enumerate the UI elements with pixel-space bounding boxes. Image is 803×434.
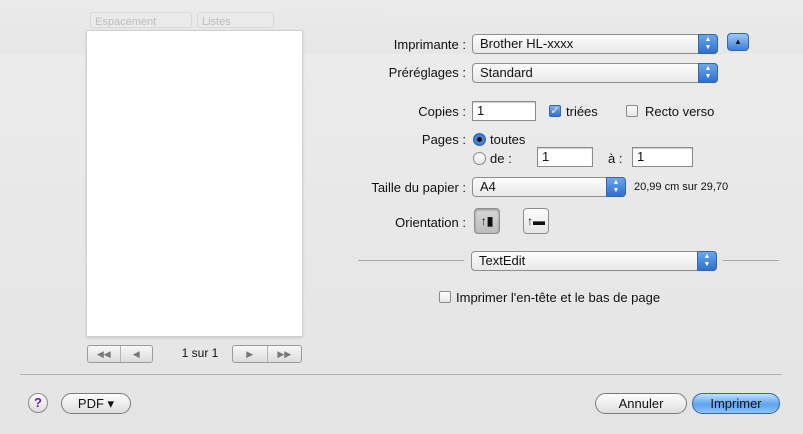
- paper-size-label: Taille du papier :: [371, 180, 466, 195]
- printer-label: Imprimante :: [393, 37, 466, 52]
- footer-separator: [20, 374, 782, 375]
- first-page-icon[interactable]: ◀◀: [88, 346, 120, 362]
- pages-label: Pages :: [421, 132, 466, 147]
- header-footer-label: Imprimer l'en-tête et le bas de page: [456, 290, 661, 305]
- paper-size-popup[interactable]: A4 ▲ ▼: [472, 177, 626, 197]
- pages-from-label: de :: [490, 151, 512, 166]
- print-button[interactable]: Imprimer: [692, 393, 780, 414]
- print-dialog: Espacement Listes ◀◀ ◀ 1 sur 1 ▶ ▶▶ Impr…: [0, 0, 803, 434]
- page-preview: [87, 31, 302, 336]
- disclosure-up-icon[interactable]: ▲: [727, 33, 749, 51]
- next-page-icon[interactable]: ▶: [233, 346, 267, 362]
- ghost-spacing-popup: Espacement: [90, 12, 192, 28]
- printer-popup[interactable]: Brother HL-xxxx ▲ ▼: [472, 34, 718, 54]
- pages-all-radio[interactable]: [473, 133, 486, 146]
- preview-forward-buttons[interactable]: ▶ ▶▶: [232, 345, 302, 363]
- last-page-icon[interactable]: ▶▶: [266, 346, 302, 362]
- section-divider-right: [723, 260, 779, 261]
- popup-arrows-icon: ▲ ▼: [606, 177, 626, 197]
- copies-label: Copies :: [418, 104, 466, 119]
- popup-arrows-icon: ▲ ▼: [698, 63, 718, 83]
- paper-size-value: A4: [480, 179, 496, 194]
- preview-back-buttons[interactable]: ◀◀ ◀: [87, 345, 153, 363]
- pdf-button[interactable]: PDF ▾: [61, 393, 131, 414]
- paper-dimensions: 20,99 cm sur 29,70: [634, 181, 729, 193]
- help-icon[interactable]: ?: [28, 393, 48, 413]
- page-count-label: 1 sur 1: [181, 346, 219, 360]
- pages-range-radio[interactable]: [473, 152, 486, 165]
- presets-value: Standard: [480, 65, 533, 80]
- header-footer-checkbox[interactable]: [439, 291, 451, 303]
- section-popup[interactable]: TextEdit ▲ ▼: [471, 251, 717, 271]
- pages-to-field[interactable]: 1: [632, 147, 693, 167]
- popup-arrows-icon: ▲ ▼: [697, 251, 717, 271]
- popup-arrows-icon: ▲ ▼: [698, 34, 718, 54]
- pages-to-label: à :: [608, 151, 623, 166]
- pages-from-field[interactable]: 1: [537, 147, 593, 167]
- duplex-checkbox[interactable]: [626, 105, 638, 117]
- cancel-button[interactable]: Annuler: [595, 393, 687, 414]
- section-value: TextEdit: [479, 253, 526, 268]
- orientation-label: Orientation :: [395, 215, 466, 230]
- presets-popup[interactable]: Standard ▲ ▼: [472, 63, 718, 83]
- presets-label: Préréglages :: [388, 65, 466, 80]
- duplex-label: Recto verso: [645, 104, 715, 119]
- ghost-lists-popup: Listes: [197, 12, 274, 28]
- previous-page-icon[interactable]: ◀: [119, 346, 153, 362]
- section-divider-left: [358, 260, 464, 261]
- collated-label: triées: [566, 104, 598, 119]
- pages-all-label: toutes: [490, 132, 526, 147]
- landscape-orientation-icon[interactable]: ↑▬: [523, 208, 549, 234]
- collated-checkbox[interactable]: ✓: [549, 105, 561, 117]
- copies-field[interactable]: 1: [472, 101, 536, 121]
- printer-value: Brother HL-xxxx: [480, 36, 574, 51]
- portrait-orientation-icon[interactable]: ↑▮: [474, 208, 500, 234]
